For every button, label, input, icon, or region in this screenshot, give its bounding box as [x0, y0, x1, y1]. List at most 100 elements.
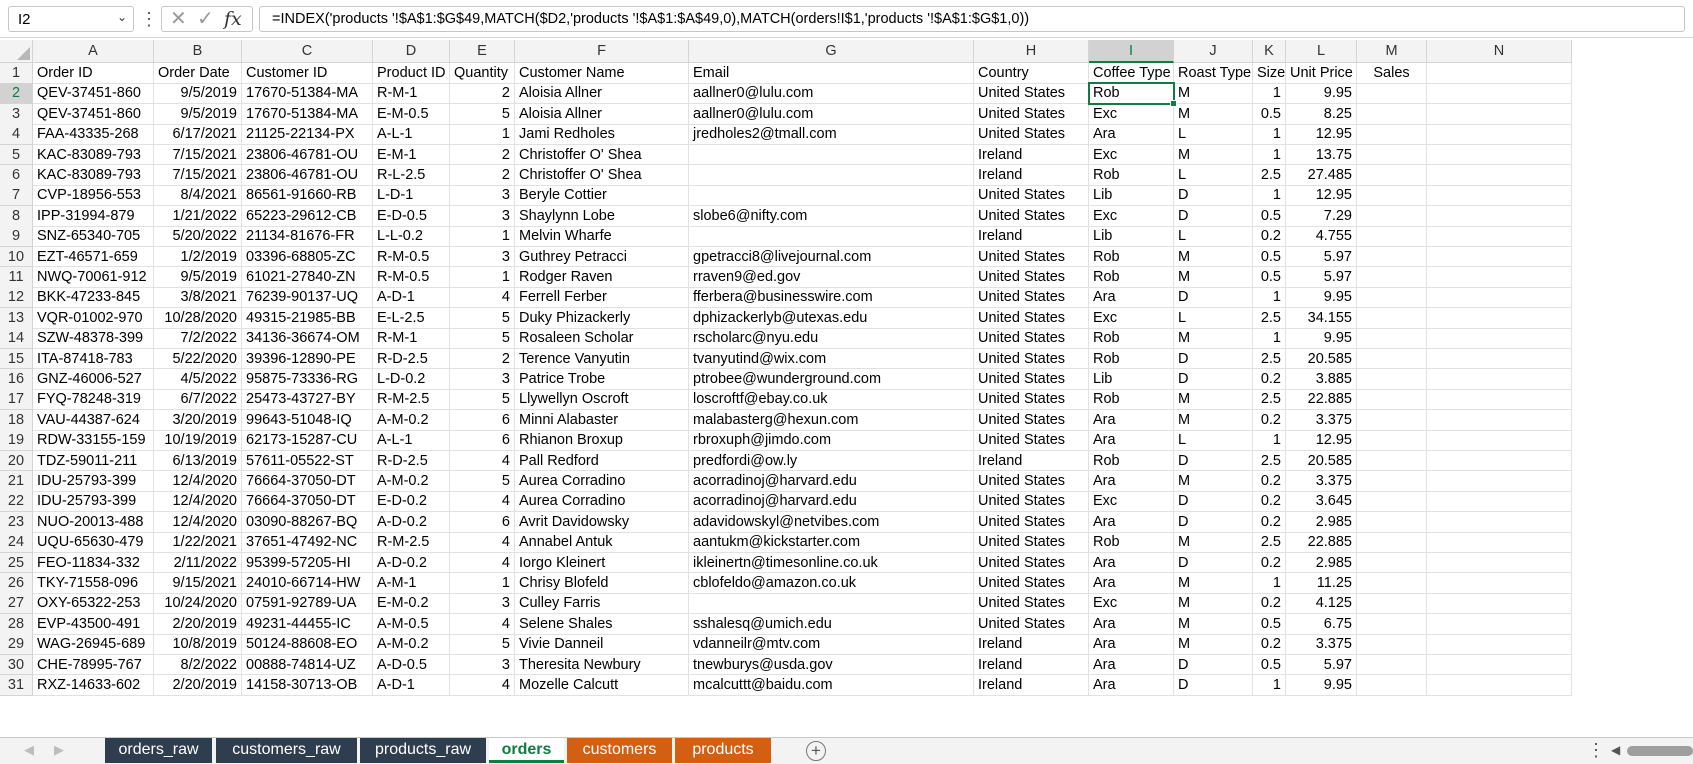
cell-a29[interactable]: WAG-26945-689 [33, 634, 154, 656]
cell-n26[interactable] [1427, 573, 1572, 594]
cell-l6[interactable]: 27.485 [1286, 165, 1357, 186]
cell-a21[interactable]: IDU-25793-399 [33, 471, 154, 492]
cell-i6[interactable]: Rob [1089, 165, 1174, 186]
cell-c24[interactable]: 37651-47492-NC [242, 532, 373, 554]
cell-d11[interactable]: R-M-0.5 [373, 267, 450, 288]
column-header-h[interactable]: H [974, 40, 1089, 63]
cell-c27[interactable]: 07591-92789-UA [242, 593, 373, 615]
column-header-g[interactable]: G [689, 40, 974, 63]
cell-b26[interactable]: 9/15/2021 [154, 573, 242, 594]
cell-l13[interactable]: 34.155 [1286, 307, 1357, 329]
cell-m29[interactable] [1357, 634, 1427, 656]
cell-l24[interactable]: 22.885 [1286, 532, 1357, 554]
cell-l14[interactable]: 9.95 [1286, 328, 1357, 350]
cell-f22[interactable]: Aurea Corradino [515, 491, 689, 513]
cell-b3[interactable]: 9/5/2019 [154, 103, 242, 125]
cell-d5[interactable]: E-M-1 [373, 144, 450, 166]
cell-h14[interactable]: United States [974, 328, 1089, 350]
cell-g23[interactable]: adavidowskyl@netvibes.com [689, 511, 974, 533]
cell-b18[interactable]: 3/20/2019 [154, 409, 242, 431]
cell-a25[interactable]: FEO-11834-332 [33, 552, 154, 574]
enter-icon[interactable]: ✓ [197, 8, 214, 30]
cell-k15[interactable]: 2.5 [1253, 348, 1286, 370]
row-header-17[interactable]: 17 [0, 389, 33, 411]
sheet-tab-products[interactable]: products [675, 738, 771, 763]
cell-b24[interactable]: 1/22/2021 [154, 532, 242, 554]
column-header-a[interactable]: A [33, 40, 154, 63]
cell-f2[interactable]: Aloisia Allner [515, 83, 689, 105]
cell-a5[interactable]: KAC-83089-793 [33, 144, 154, 166]
cell-l20[interactable]: 20.585 [1286, 450, 1357, 472]
cell-m11[interactable] [1357, 267, 1427, 288]
cell-i9[interactable]: Lib [1089, 226, 1174, 248]
cell-e5[interactable]: 2 [450, 144, 515, 166]
cell-f28[interactable]: Selene Shales [515, 613, 689, 635]
cell-n17[interactable] [1427, 389, 1572, 411]
cell-e8[interactable]: 3 [450, 205, 515, 227]
cell-k19[interactable]: 1 [1253, 430, 1286, 452]
cell-a6[interactable]: KAC-83089-793 [33, 165, 154, 186]
row-header-27[interactable]: 27 [0, 593, 33, 615]
cell-i2[interactable]: Rob [1089, 83, 1174, 105]
cell-j10[interactable]: M [1174, 246, 1253, 268]
cell-d19[interactable]: A-L-1 [373, 430, 450, 452]
cell-c23[interactable]: 03090-88267-BQ [242, 511, 373, 533]
cell-b30[interactable]: 8/2/2022 [154, 654, 242, 676]
cell-c4[interactable]: 21125-22134-PX [242, 124, 373, 146]
cell-g28[interactable]: sshalesq@umich.edu [689, 613, 974, 635]
cell-d22[interactable]: E-D-0.2 [373, 491, 450, 513]
cell-b7[interactable]: 8/4/2021 [154, 185, 242, 207]
cell-b23[interactable]: 12/4/2020 [154, 511, 242, 533]
cell-j21[interactable]: M [1174, 471, 1253, 492]
cell-k20[interactable]: 2.5 [1253, 450, 1286, 472]
cell-k8[interactable]: 0.5 [1253, 205, 1286, 227]
cell-m16[interactable] [1357, 369, 1427, 390]
cell-h29[interactable]: Ireland [974, 634, 1089, 656]
cell-g20[interactable]: predfordi@ow.ly [689, 450, 974, 472]
cell-k11[interactable]: 0.5 [1253, 267, 1286, 288]
cell-d18[interactable]: A-M-0.2 [373, 409, 450, 431]
cell-f16[interactable]: Patrice Trobe [515, 369, 689, 390]
cell-l18[interactable]: 3.375 [1286, 409, 1357, 431]
sheet-tab-customers-raw[interactable]: customers_raw [216, 738, 357, 763]
cell-e23[interactable]: 6 [450, 511, 515, 533]
more-tabs-icon[interactable]: ⋮ [1587, 740, 1605, 761]
cell-f3[interactable]: Aloisia Allner [515, 103, 689, 125]
cell-i21[interactable]: Ara [1089, 471, 1174, 492]
cell-b2[interactable]: 9/5/2019 [154, 83, 242, 105]
cell-e21[interactable]: 5 [450, 471, 515, 492]
cell-k6[interactable]: 2.5 [1253, 165, 1286, 186]
column-header-e[interactable]: E [450, 40, 515, 63]
cell-j19[interactable]: L [1174, 430, 1253, 452]
cell-d23[interactable]: A-D-0.2 [373, 511, 450, 533]
scroll-left-icon[interactable]: ◀ [1611, 743, 1620, 757]
cell-b19[interactable]: 10/19/2019 [154, 430, 242, 452]
cell-i15[interactable]: Rob [1089, 348, 1174, 370]
cell-n25[interactable] [1427, 552, 1572, 574]
cell-e20[interactable]: 4 [450, 450, 515, 472]
cell-n28[interactable] [1427, 613, 1572, 635]
cell-a19[interactable]: RDW-33155-159 [33, 430, 154, 452]
cell-f31[interactable]: Mozelle Calcutt [515, 675, 689, 696]
cell-h26[interactable]: United States [974, 573, 1089, 594]
cell-b20[interactable]: 6/13/2019 [154, 450, 242, 472]
cell-d27[interactable]: E-M-0.2 [373, 593, 450, 615]
cell-k5[interactable]: 1 [1253, 144, 1286, 166]
cell-f29[interactable]: Vivie Danneil [515, 634, 689, 656]
row-header-18[interactable]: 18 [0, 409, 33, 431]
row-header-11[interactable]: 11 [0, 267, 33, 288]
cell-i31[interactable]: Ara [1089, 675, 1174, 696]
cell-e4[interactable]: 1 [450, 124, 515, 146]
header-cell-n[interactable] [1427, 63, 1572, 84]
cell-m7[interactable] [1357, 185, 1427, 207]
cell-c20[interactable]: 57611-05522-ST [242, 450, 373, 472]
cell-d15[interactable]: R-D-2.5 [373, 348, 450, 370]
cell-g12[interactable]: fferbera@businesswire.com [689, 287, 974, 309]
cell-n13[interactable] [1427, 307, 1572, 329]
cell-n12[interactable] [1427, 287, 1572, 309]
cell-e26[interactable]: 1 [450, 573, 515, 594]
cell-e18[interactable]: 6 [450, 409, 515, 431]
cell-g14[interactable]: rscholarc@nyu.edu [689, 328, 974, 350]
cell-m5[interactable] [1357, 144, 1427, 166]
cell-e17[interactable]: 5 [450, 389, 515, 411]
